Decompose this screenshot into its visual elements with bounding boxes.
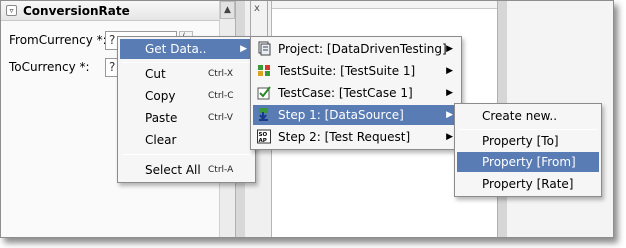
menu-item-get-data[interactable]: Get Data.. ▶ — [120, 39, 253, 59]
panel-title: ConversionRate — [23, 4, 130, 18]
submenu-arrow-icon: ▶ — [446, 44, 453, 54]
testcase-icon — [257, 86, 271, 100]
menu-item-label: Property [Rate] — [482, 177, 574, 191]
submenu-arrow-icon: ▶ — [446, 132, 453, 142]
menu-item-label: Cut — [145, 67, 166, 81]
menu-item-step-1-datasource[interactable]: Step 1: [DataSource] ▶ — [253, 105, 459, 125]
menu-item-property-from[interactable]: Property [From] — [457, 152, 599, 172]
menu-item-label: Property [From] — [482, 155, 576, 169]
menu-item-project[interactable]: Project: [DataDrivenTesting] ▶ — [253, 39, 459, 59]
scroll-up-arrow-icon[interactable]: ▲ — [220, 1, 235, 19]
menu-item-label: Select All — [145, 163, 201, 177]
menu-item-label: Project: [DataDrivenTesting] — [278, 42, 447, 56]
menu-item-label: Property [To] — [482, 134, 559, 148]
panel-header: ▿ ConversionRate — [1, 1, 219, 21]
submenu-arrow-icon: ▶ — [446, 88, 453, 98]
menu-item-label: Copy — [145, 89, 176, 103]
menu-item-step-2-test-request[interactable]: SO AP Step 2: [Test Request] ▶ — [253, 127, 459, 147]
editor-ruler — [272, 1, 498, 9]
to-currency-label: ToCurrency *: — [9, 60, 90, 74]
menu-item-testcase[interactable]: TestCase: [TestCase 1] ▶ — [253, 83, 459, 103]
testsuite-icon — [258, 65, 270, 76]
collapse-icon[interactable]: ▿ — [6, 5, 17, 16]
menu-separator — [122, 62, 251, 63]
project-icon — [258, 41, 271, 56]
menu-item-label: Step 2: [Test Request] — [278, 130, 411, 144]
menu-item-label: Paste — [145, 111, 178, 125]
submenu-arrow-icon: ▶ — [240, 44, 247, 54]
submenu-arrow-icon: ▶ — [446, 110, 453, 120]
menu-separator — [122, 154, 251, 155]
menu-item-label: TestCase: [TestCase 1] — [278, 86, 413, 100]
menu-shortcut: Ctrl-X — [208, 69, 233, 79]
menu-shortcut: Ctrl-V — [208, 113, 233, 123]
step-1-submenu: Create new.. Property [To] Property [Fro… — [454, 103, 602, 197]
soap-request-icon: SO AP — [257, 129, 271, 144]
menu-item-select-all[interactable]: Select All Ctrl-A — [120, 160, 253, 180]
submenu-arrow-icon: ▶ — [446, 66, 453, 76]
menu-item-copy[interactable]: Copy Ctrl-C — [120, 86, 253, 106]
context-menu: Get Data.. ▶ Cut Ctrl-X Copy Ctrl-C Past… — [117, 36, 256, 183]
get-data-submenu: Project: [DataDrivenTesting] ▶ TestSuite… — [250, 36, 462, 150]
menu-shortcut: Ctrl-C — [208, 91, 234, 101]
menu-item-label: Create new.. — [482, 109, 558, 123]
menu-item-label: Step 1: [DataSource] — [278, 108, 404, 122]
menu-item-label: Get Data.. — [145, 42, 207, 56]
menu-item-clear[interactable]: Clear — [120, 130, 253, 150]
menu-item-label: TestSuite: [TestSuite 1] — [278, 64, 416, 78]
menu-item-create-new[interactable]: Create new.. — [457, 106, 599, 126]
menu-item-cut[interactable]: Cut Ctrl-X — [120, 64, 253, 84]
menu-item-testsuite[interactable]: TestSuite: [TestSuite 1] ▶ — [253, 61, 459, 81]
svg-text:AP: AP — [259, 138, 267, 144]
menu-item-property-rate[interactable]: Property [Rate] — [457, 174, 599, 194]
menu-separator — [459, 129, 597, 130]
datasource-icon — [259, 108, 268, 121]
from-currency-label: FromCurrency *: — [9, 33, 107, 47]
menu-item-paste[interactable]: Paste Ctrl-V — [120, 108, 253, 128]
menu-item-label: Clear — [145, 133, 177, 147]
menu-shortcut: Ctrl-A — [208, 165, 234, 175]
menu-item-property-to[interactable]: Property [To] — [457, 131, 599, 151]
